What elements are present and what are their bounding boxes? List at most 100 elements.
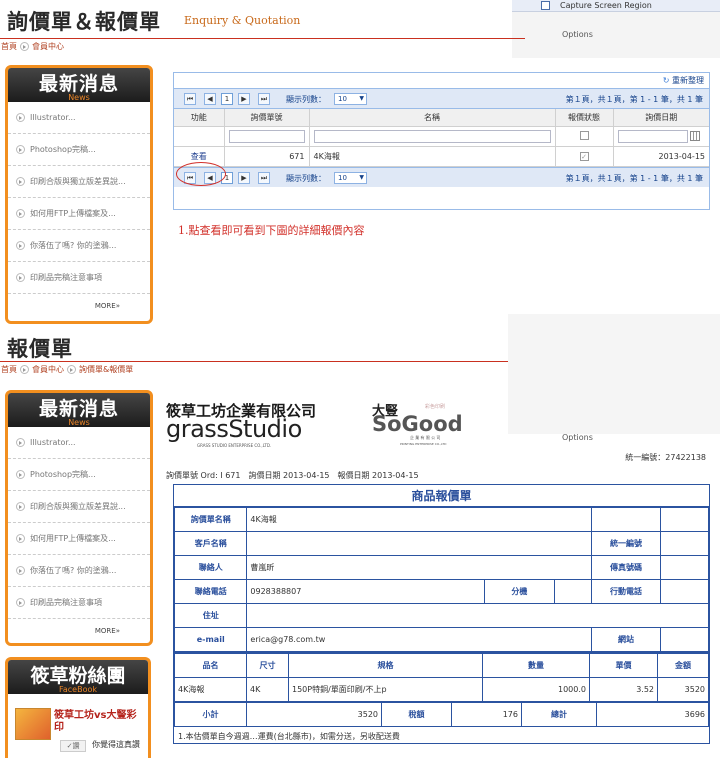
arrow-bullet-icon	[16, 241, 25, 250]
value-address	[246, 603, 709, 628]
label-mobile: 行動電話	[591, 579, 661, 604]
page-size-value: 10	[338, 95, 347, 103]
news-item[interactable]: Illustrator...	[8, 427, 150, 459]
screen-capture-overlay: Capture Screen Region Options	[512, 0, 720, 58]
quote-footer-note: 1.本估價單自今週週…運費(台北縣市)，如需分送，另收配送費	[178, 731, 400, 741]
filter-date-input[interactable]	[617, 129, 688, 143]
calendar-icon[interactable]	[690, 131, 701, 141]
breadcrumb-member[interactable]: 會員中心	[32, 365, 64, 374]
table-row: 住址	[173, 603, 709, 628]
options-label[interactable]: Options	[562, 433, 593, 442]
arrow-bullet-icon	[16, 598, 25, 607]
status-checkbox: ✓	[579, 151, 589, 161]
breadcrumb-member[interactable]: 會員中心	[32, 42, 64, 51]
page-size-value: 10	[338, 173, 347, 182]
quote-meta: 詢價單號 Ord: I 671 詢價日期 2013-04-15 報價日期 201…	[166, 471, 419, 480]
news-item-label: 印刷合版與獨立版差異說...	[30, 177, 126, 186]
news-item-label: Photoshop完稿...	[30, 145, 96, 154]
refresh-label: 重新整理	[672, 76, 704, 85]
value-quote-name: 4K海報	[246, 507, 593, 532]
paging-info: 第１頁，共１頁，第 1 - 1 筆，共 1 筆	[565, 173, 703, 183]
item-size: 4K	[246, 676, 289, 702]
row-status-cell: ✓	[555, 146, 614, 167]
screen-capture-overlay	[508, 314, 720, 434]
col-date[interactable]: 詢價日期	[613, 109, 709, 127]
label-quote-name: 詢價單名稱	[173, 507, 248, 532]
prev-page-icon[interactable]: ◀	[204, 93, 216, 105]
instruction-note: 1.點查看即可看到下圖的詳細報價內容	[178, 224, 365, 237]
grass-studio-logo: grassStudio	[166, 415, 302, 443]
like-button[interactable]: ✓讚	[60, 740, 86, 752]
label-contact: 聯絡人	[173, 555, 248, 580]
col-status[interactable]: 報價狀態	[555, 109, 614, 127]
highlight-circle	[176, 162, 226, 186]
news-item-label: Illustrator...	[30, 438, 76, 447]
item-name: 4K海報	[174, 676, 247, 702]
last-page-icon[interactable]: ⏭	[258, 93, 270, 105]
arrow-bullet-icon	[16, 470, 25, 479]
value-phone: 0928388807	[246, 579, 485, 604]
row-date: 2013-04-15	[613, 146, 709, 167]
news-item[interactable]: Photoshop完稿...	[8, 459, 150, 491]
news-item[interactable]: Photoshop完稿...	[8, 134, 150, 166]
news-item[interactable]: 如何用FTP上傳檔案及...	[8, 198, 150, 230]
filter-name-input[interactable]	[313, 129, 551, 143]
refresh-button[interactable]: ↻ 重新整理	[663, 76, 704, 85]
quote-grid: ↻ 重新整理 ⏮ ◀ 1 ▶ ⏭ 顯示列數： 10 ▼ 第１頁，共１頁，第 1 -…	[173, 72, 710, 210]
item-price: 3.52	[589, 676, 658, 702]
news-item[interactable]: 你落伍了嗎? 你的塗鴉...	[8, 230, 150, 262]
news-item[interactable]: 印刷品完稿注意事項	[8, 587, 150, 619]
breadcrumb-home[interactable]: 首頁	[1, 365, 17, 374]
breadcrumb-home[interactable]: 首頁	[1, 42, 17, 51]
col-name[interactable]: 名稱	[309, 109, 556, 127]
capture-icon	[541, 1, 550, 10]
fan-subtitle: FaceBook	[59, 685, 97, 694]
capture-menu-item[interactable]: Capture Screen Region	[512, 0, 720, 12]
news-item[interactable]: 印刷合版與獨立版差異說...	[8, 166, 150, 198]
filter-status-checkbox[interactable]	[579, 130, 589, 140]
subtotal-label: 小計	[174, 701, 247, 727]
grid-table: 功能 詢價單號 名稱 報價狀態 詢價日期 查看 671 4K海報 ✓ 2013-…	[174, 109, 709, 167]
news-item[interactable]: 印刷合版與獨立版差異說...	[8, 491, 150, 523]
news-more-link[interactable]: MORE»	[8, 619, 150, 643]
items-col-name: 品名	[174, 652, 247, 678]
table-row: 聯絡人 曹嵐昕 傳真號碼	[173, 555, 710, 580]
items-col-price: 單價	[589, 652, 658, 678]
news-item[interactable]: Illustrator...	[8, 102, 150, 134]
news-header: 最新消息 News	[8, 393, 150, 427]
value-mobile	[659, 579, 710, 604]
filter-id-input[interactable]	[228, 129, 305, 143]
breadcrumb-separator-icon	[20, 365, 29, 374]
news-panel: 最新消息 News Illustrator... Photoshop完稿... …	[5, 390, 153, 646]
empty-cell	[591, 507, 661, 532]
arrow-bullet-icon	[16, 177, 25, 186]
items-col-qty: 數量	[482, 652, 590, 678]
fan-post-thumbnail[interactable]	[15, 708, 51, 740]
news-title: 最新消息	[38, 398, 119, 420]
breadcrumb-quote[interactable]: 詢價單&報價單	[79, 365, 133, 374]
partner-logo-tag: 彩色印刷	[425, 404, 446, 410]
paging-bar-bottom: ⏮ ◀ 1 ▶ ⏭ 顯示列數： 10 ▼ 第１頁，共１頁，第 1 - 1 筆，共 …	[174, 166, 709, 187]
options-label[interactable]: Options	[562, 30, 593, 39]
grid-toolbar: ↻ 重新整理	[174, 73, 709, 89]
col-id[interactable]: 詢價單號	[224, 109, 310, 127]
fan-post-title[interactable]: 筱草工坊vs大豎彩印	[54, 710, 144, 734]
news-more-link[interactable]: MORE»	[8, 294, 150, 318]
next-page-icon[interactable]: ▶	[238, 93, 250, 105]
breadcrumb-separator-icon	[67, 365, 76, 374]
news-item[interactable]: 如何用FTP上傳檔案及...	[8, 523, 150, 555]
grass-studio-logo-sub: GRASS STUDIO ENTERPRISE CO.,LTD.	[197, 443, 272, 448]
col-action[interactable]: 功能	[174, 109, 225, 127]
arrow-bullet-icon	[16, 534, 25, 543]
paging-info: 第１頁，共１頁，第 1 - 1 筆，共 1 筆	[565, 95, 703, 104]
next-page-icon[interactable]: ▶	[238, 171, 250, 184]
page-size-select[interactable]: 10 ▼	[334, 171, 367, 184]
news-item[interactable]: 你落伍了嗎? 你的塗鴉...	[8, 555, 150, 587]
news-item[interactable]: 印刷品完稿注意事項	[8, 262, 150, 294]
page-size-select[interactable]: 10 ▼	[334, 93, 367, 105]
news-item-label: 如何用FTP上傳檔案及...	[30, 534, 116, 543]
first-page-icon[interactable]: ⏮	[184, 93, 196, 105]
last-page-icon[interactable]: ⏭	[258, 171, 270, 184]
title-divider	[0, 361, 525, 362]
page-number-input[interactable]: 1	[221, 93, 233, 105]
